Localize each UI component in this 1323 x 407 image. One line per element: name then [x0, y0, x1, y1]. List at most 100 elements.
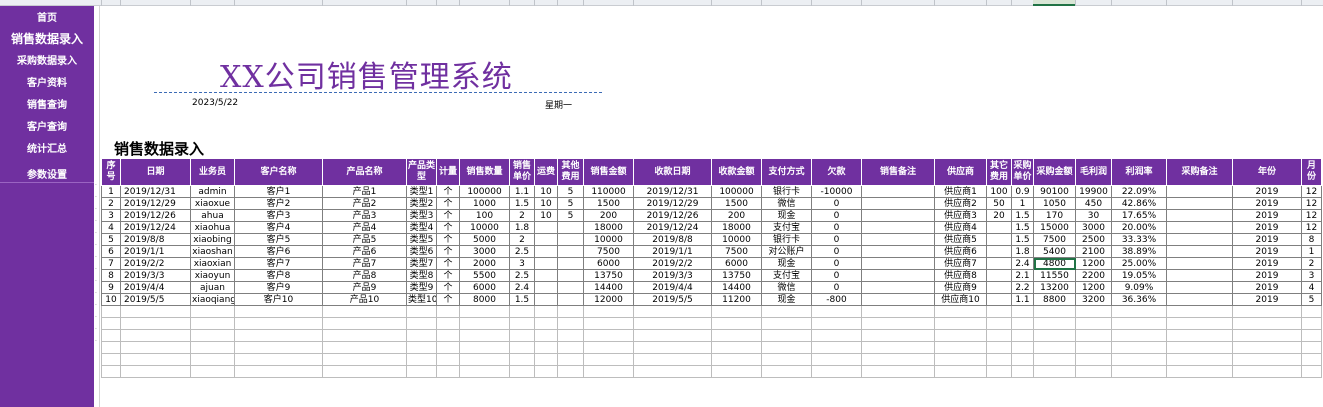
empty-cell[interactable]: [1301, 317, 1322, 330]
empty-cell[interactable]: [1166, 365, 1233, 378]
cell-sales-note[interactable]: [861, 269, 935, 282]
cell-freight[interactable]: 10: [534, 185, 558, 198]
cell-other-fee[interactable]: 5: [557, 185, 584, 198]
cell-sales-note[interactable]: [861, 245, 935, 258]
cell-arrears[interactable]: 0: [811, 233, 862, 246]
empty-cell[interactable]: [986, 341, 1012, 354]
column-header-sales-amount[interactable]: 销售金额: [583, 158, 634, 186]
cell-supplier[interactable]: 供应商8: [934, 269, 987, 282]
empty-cell[interactable]: [811, 329, 862, 342]
cell-arrears[interactable]: -10000: [811, 185, 862, 198]
empty-cell[interactable]: [557, 353, 584, 366]
cell-profit-rate[interactable]: 19.05%: [1111, 269, 1167, 282]
cell-arrears[interactable]: 0: [811, 269, 862, 282]
empty-cell[interactable]: [1111, 353, 1167, 366]
empty-cell[interactable]: [534, 353, 558, 366]
cell-freight[interactable]: 10: [534, 209, 558, 222]
empty-cell[interactable]: [1111, 329, 1167, 342]
cell-product[interactable]: 产品4: [322, 221, 407, 234]
cell-year[interactable]: 2019: [1232, 209, 1302, 222]
cell-arrears[interactable]: 0: [811, 257, 862, 270]
cell-sales-qty[interactable]: 2000: [459, 257, 510, 270]
cell-sales-note[interactable]: [861, 221, 935, 234]
cell-product-type[interactable]: 类型1: [406, 185, 437, 198]
empty-cell[interactable]: [1301, 353, 1322, 366]
cell-sales-qty[interactable]: 100: [459, 209, 510, 222]
cell-month[interactable]: 12: [1301, 209, 1322, 222]
cell-supplier[interactable]: 供应商7: [934, 257, 987, 270]
cell-seq[interactable]: 4: [101, 221, 121, 234]
cell-payment-method[interactable]: 现金: [761, 257, 812, 270]
empty-cell[interactable]: [861, 317, 935, 330]
cell-sales-price[interactable]: 2: [509, 233, 535, 246]
cell-sales-note[interactable]: [861, 281, 935, 294]
cell-sales-price[interactable]: 1.5: [509, 197, 535, 210]
cell-payment-method[interactable]: 现金: [761, 209, 812, 222]
empty-cell[interactable]: [1166, 329, 1233, 342]
empty-cell[interactable]: [406, 305, 437, 318]
cell-date[interactable]: 2019/4/4: [120, 281, 191, 294]
cell-month[interactable]: 12: [1301, 221, 1322, 234]
cell-date[interactable]: 2019/3/3: [120, 269, 191, 282]
empty-cell[interactable]: [1166, 353, 1233, 366]
cell-purchase-price[interactable]: 1.8: [1011, 245, 1034, 258]
cell-purchase-amount[interactable]: 170: [1033, 209, 1076, 222]
cell-year[interactable]: 2019: [1232, 197, 1302, 210]
cell-gross-profit[interactable]: 1200: [1075, 257, 1112, 270]
cell-arrears[interactable]: 0: [811, 221, 862, 234]
empty-cell[interactable]: [322, 317, 407, 330]
empty-cell[interactable]: [1232, 329, 1302, 342]
cell-receipt-amount[interactable]: 11200: [711, 293, 762, 306]
cell-other-cost[interactable]: [986, 245, 1012, 258]
cell-sales-price[interactable]: 1.8: [509, 221, 535, 234]
cell-payment-method[interactable]: 支付宝: [761, 269, 812, 282]
cell-purchase-note[interactable]: [1166, 257, 1233, 270]
empty-cell[interactable]: [934, 353, 987, 366]
cell-sales-amount[interactable]: 6000: [583, 257, 634, 270]
cell-month[interactable]: 12: [1301, 185, 1322, 198]
cell-product[interactable]: 产品10: [322, 293, 407, 306]
empty-cell[interactable]: [322, 305, 407, 318]
cell-purchase-price[interactable]: 2.4: [1011, 257, 1034, 270]
column-header-salesperson[interactable]: 业务员: [190, 158, 235, 186]
cell-other-cost[interactable]: 100: [986, 185, 1012, 198]
empty-cell[interactable]: [436, 365, 460, 378]
empty-cell[interactable]: [459, 353, 510, 366]
empty-cell[interactable]: [557, 365, 584, 378]
empty-cell[interactable]: [190, 353, 235, 366]
empty-cell[interactable]: [583, 317, 634, 330]
cell-purchase-price[interactable]: 1.5: [1011, 221, 1034, 234]
cell-other-fee[interactable]: [557, 221, 584, 234]
cell-product[interactable]: 产品8: [322, 269, 407, 282]
empty-cell[interactable]: [1301, 305, 1322, 318]
empty-cell[interactable]: [761, 305, 812, 318]
cell-purchase-price[interactable]: 2.1: [1011, 269, 1034, 282]
empty-cell[interactable]: [509, 329, 535, 342]
cell-purchase-note[interactable]: [1166, 209, 1233, 222]
empty-cell[interactable]: [120, 353, 191, 366]
cell-gross-profit[interactable]: 2100: [1075, 245, 1112, 258]
cell-gross-profit[interactable]: 450: [1075, 197, 1112, 210]
empty-cell[interactable]: [1232, 365, 1302, 378]
cell-sales-qty[interactable]: 3000: [459, 245, 510, 258]
cell-payment-method[interactable]: 银行卡: [761, 233, 812, 246]
column-header-freight[interactable]: 运费: [534, 158, 558, 186]
cell-receipt-date[interactable]: 2019/12/31: [633, 185, 712, 198]
empty-cell[interactable]: [861, 341, 935, 354]
cell-product-type[interactable]: 类型7: [406, 257, 437, 270]
cell-salesperson[interactable]: ahua: [190, 209, 235, 222]
empty-cell[interactable]: [1232, 305, 1302, 318]
cell-gross-profit[interactable]: 19900: [1075, 185, 1112, 198]
cell-receipt-amount[interactable]: 1500: [711, 197, 762, 210]
cell-seq[interactable]: 8: [101, 269, 121, 282]
cell-purchase-price[interactable]: 1.5: [1011, 233, 1034, 246]
empty-cell[interactable]: [322, 353, 407, 366]
empty-cell[interactable]: [406, 365, 437, 378]
empty-cell[interactable]: [1075, 329, 1112, 342]
cell-arrears[interactable]: 0: [811, 281, 862, 294]
row-outline-marker[interactable]: ·: [95, 315, 99, 321]
cell-profit-rate[interactable]: 9.09%: [1111, 281, 1167, 294]
cell-salesperson[interactable]: ajuan: [190, 281, 235, 294]
cell-purchase-price[interactable]: 0.9: [1011, 185, 1034, 198]
cell-receipt-amount[interactable]: 13750: [711, 269, 762, 282]
